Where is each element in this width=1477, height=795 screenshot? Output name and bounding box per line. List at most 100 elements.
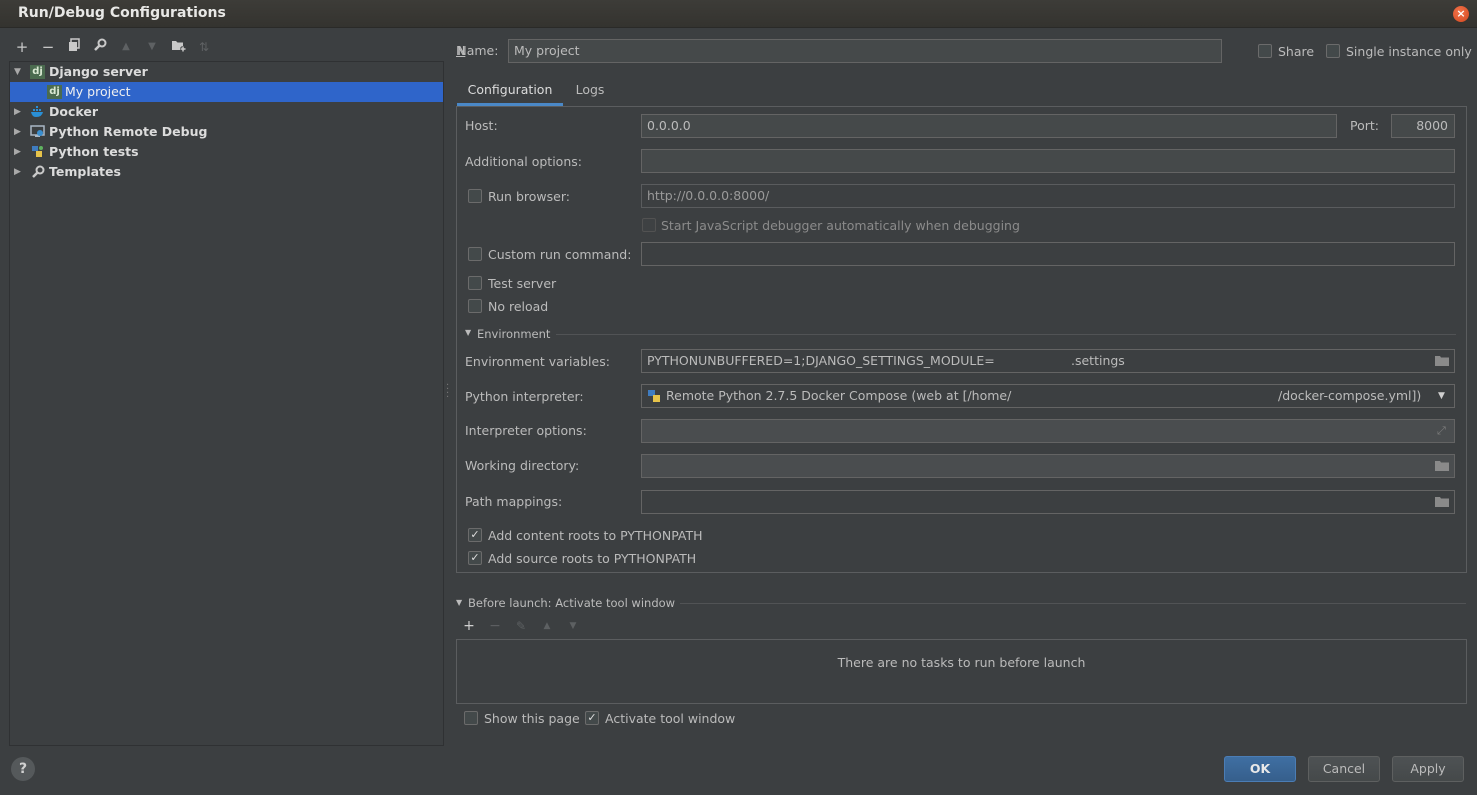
share-label: Share (1278, 44, 1315, 59)
python-tests-icon (30, 145, 45, 159)
chevron-down-icon[interactable]: ▼ (1438, 391, 1445, 401)
copy-config-button[interactable] (65, 38, 83, 56)
tree-item-docker[interactable]: ▶ Docker (10, 102, 443, 122)
folder-icon[interactable] (1434, 460, 1450, 472)
name-label: NName: (456, 43, 499, 58)
share-checkbox[interactable] (1258, 44, 1272, 58)
additional-options-label: Additional options: (465, 154, 582, 169)
test-server-checkbox[interactable] (468, 276, 482, 290)
tree-item-python-tests[interactable]: ▶ Python tests (10, 142, 443, 162)
additional-options-input[interactable] (641, 149, 1455, 173)
expanded-arrow-icon[interactable]: ▼ (14, 62, 24, 82)
copy-icon (69, 38, 80, 51)
collapsed-arrow-icon[interactable]: ▶ (14, 122, 24, 142)
folder-icon[interactable] (1434, 496, 1450, 508)
before-launch-divider (680, 603, 1466, 604)
move-task-down-icon[interactable]: ▼ (565, 618, 581, 634)
cancel-button[interactable]: Cancel (1308, 756, 1380, 782)
help-button[interactable]: ? (11, 757, 35, 781)
tree-item-my-project[interactable]: dj My project (10, 82, 443, 102)
js-debugger-label: Start JavaScript debugger automatically … (661, 218, 1020, 233)
source-roots-label: Add source roots to PYTHONPATH (488, 551, 697, 566)
remove-config-button[interactable]: − (39, 38, 57, 56)
host-label: Host: (465, 118, 498, 133)
close-icon[interactable]: × (1453, 6, 1469, 22)
environment-collapse-icon[interactable]: ▼ (465, 328, 471, 337)
tab-configuration[interactable]: Configuration (457, 78, 563, 106)
remove-task-icon[interactable]: − (487, 618, 503, 634)
edit-defaults-button[interactable] (91, 38, 109, 56)
no-tasks-text: There are no tasks to run before launch (837, 655, 1086, 670)
move-down-icon[interactable]: ▼ (143, 38, 161, 56)
working-dir-label: Working directory: (465, 458, 580, 473)
move-task-up-icon[interactable]: ▲ (539, 618, 555, 634)
new-folder-button[interactable] (169, 38, 187, 56)
django-icon: dj (30, 65, 45, 79)
before-launch-title: Before launch: Activate tool window (468, 596, 676, 610)
tree-item-python-remote-debug[interactable]: ▶ Python Remote Debug (10, 122, 443, 142)
tree-item-templates[interactable]: ▶ Templates (10, 162, 443, 182)
host-input[interactable]: 0.0.0.0 (641, 114, 1337, 138)
wrench-icon (94, 38, 107, 51)
ok-button[interactable]: OK (1224, 756, 1296, 782)
interpreter-value: Remote Python 2.7.5 Docker Compose (web … (666, 388, 1012, 403)
sort-icon[interactable]: ⇅ (195, 38, 213, 56)
custom-run-checkbox[interactable] (468, 247, 482, 261)
name-input[interactable]: My project (508, 39, 1222, 63)
no-reload-checkbox[interactable] (468, 299, 482, 313)
wrench-icon (30, 165, 45, 179)
content-roots-label: Add content roots to PYTHONPATH (488, 528, 703, 543)
window-title: Run/Debug Configurations (18, 5, 226, 21)
env-vars-label: Environment variables: (465, 354, 610, 369)
remote-debug-icon (30, 125, 45, 139)
before-launch-tasks-list[interactable] (456, 639, 1467, 704)
tree-item-label: Templates (49, 164, 121, 179)
add-task-icon[interactable]: + (461, 618, 477, 634)
collapsed-arrow-icon[interactable]: ▶ (14, 102, 24, 122)
django-icon: dj (47, 85, 62, 99)
port-label: Port: (1350, 118, 1379, 133)
before-launch-collapse-icon[interactable]: ▼ (456, 598, 462, 607)
content-roots-checkbox[interactable]: ✓ (468, 528, 482, 542)
working-dir-input[interactable] (641, 454, 1455, 478)
port-input[interactable]: 8000 (1391, 114, 1455, 138)
tree-item-label: Python Remote Debug (49, 124, 208, 139)
docker-icon (30, 105, 45, 119)
apply-button[interactable]: Apply (1392, 756, 1464, 782)
tree-item-django-server[interactable]: ▼ dj Django server (10, 62, 443, 82)
interpreter-options-input[interactable] (641, 419, 1455, 443)
source-roots-checkbox[interactable]: ✓ (468, 551, 482, 565)
env-vars-input[interactable]: PYTHONUNBUFFERED=1;DJANGO_SETTINGS_MODUL… (641, 349, 1455, 373)
splitter-handle[interactable]: · · · · (446, 381, 449, 403)
interpreter-options-label: Interpreter options: (465, 423, 587, 438)
folder-icon[interactable] (1434, 355, 1450, 367)
tree-item-label: My project (65, 84, 131, 99)
edit-task-icon[interactable]: ✎ (513, 618, 529, 634)
activate-tool-window-checkbox[interactable]: ✓ (585, 711, 599, 725)
collapsed-arrow-icon[interactable]: ▶ (14, 142, 24, 162)
show-page-checkbox[interactable] (464, 711, 478, 725)
run-browser-checkbox[interactable] (468, 189, 482, 203)
path-mappings-input[interactable] (641, 490, 1455, 514)
tab-logs[interactable]: Logs (570, 78, 610, 106)
config-tree[interactable]: ▼ dj Django server dj My project ▶ Docke… (9, 61, 444, 746)
expand-icon[interactable]: ⤢ (1437, 424, 1446, 438)
run-browser-url-input[interactable]: http://0.0.0.0:8000/ (641, 184, 1455, 208)
add-config-button[interactable]: + (13, 38, 31, 56)
folder-add-icon (171, 41, 186, 52)
run-browser-label: Run browser: (488, 189, 570, 204)
environment-divider (556, 334, 1456, 335)
activate-tool-window-label: Activate tool window (605, 711, 736, 726)
environment-section-title: Environment (477, 327, 551, 341)
move-up-icon[interactable]: ▲ (117, 38, 135, 56)
single-instance-label: Single instance only (1346, 44, 1472, 59)
interpreter-label: Python interpreter: (465, 389, 584, 404)
js-debugger-checkbox[interactable] (642, 218, 656, 232)
test-server-label: Test server (488, 276, 557, 291)
collapsed-arrow-icon[interactable]: ▶ (14, 162, 24, 182)
single-instance-checkbox[interactable] (1326, 44, 1340, 58)
custom-run-input[interactable] (641, 242, 1455, 266)
interpreter-select[interactable]: Remote Python 2.7.5 Docker Compose (web … (641, 384, 1455, 408)
tree-item-label: Python tests (49, 144, 139, 159)
tree-item-label: Docker (49, 104, 98, 119)
